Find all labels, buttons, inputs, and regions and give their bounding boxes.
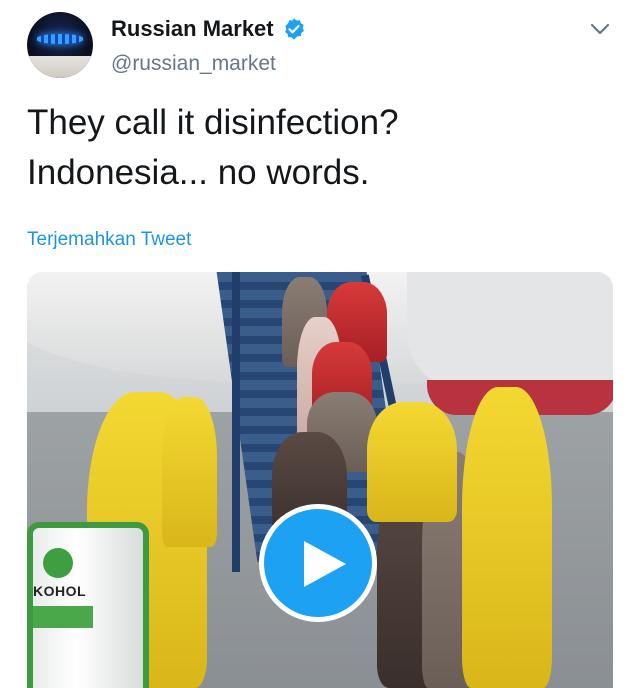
translate-tweet-link[interactable]: Terjemahkan Tweet bbox=[27, 229, 191, 251]
hazmat-worker bbox=[462, 387, 552, 688]
hazmat-worker bbox=[162, 397, 217, 547]
stove-image bbox=[27, 56, 93, 78]
author-name[interactable]: Russian Market bbox=[111, 16, 274, 42]
tweet-text-line: They call it disinfection? bbox=[27, 103, 399, 142]
video-thumbnail[interactable]: KOHOL bbox=[27, 272, 613, 688]
chevron-down-icon[interactable] bbox=[589, 18, 611, 40]
author-avatar[interactable] bbox=[27, 12, 93, 78]
airplane-nose bbox=[407, 272, 613, 392]
play-button[interactable] bbox=[259, 504, 377, 622]
tweet-text: They call it disinfection? Indonesia... … bbox=[27, 98, 399, 198]
hazmat-worker bbox=[367, 402, 457, 522]
play-icon bbox=[304, 541, 346, 587]
tank-label: KOHOL bbox=[33, 583, 87, 599]
verified-badge-icon bbox=[284, 18, 304, 40]
tank-sticker bbox=[33, 606, 93, 628]
tweet-text-line: Indonesia... no words. bbox=[27, 153, 370, 192]
gas-flame-image bbox=[37, 34, 83, 44]
stair-rail bbox=[232, 272, 240, 572]
disinfectant-tank: KOHOL bbox=[27, 522, 149, 688]
author-name-row: Russian Market bbox=[111, 16, 306, 42]
tank-cap bbox=[43, 548, 73, 578]
author-handle[interactable]: @russian_market bbox=[111, 52, 276, 76]
